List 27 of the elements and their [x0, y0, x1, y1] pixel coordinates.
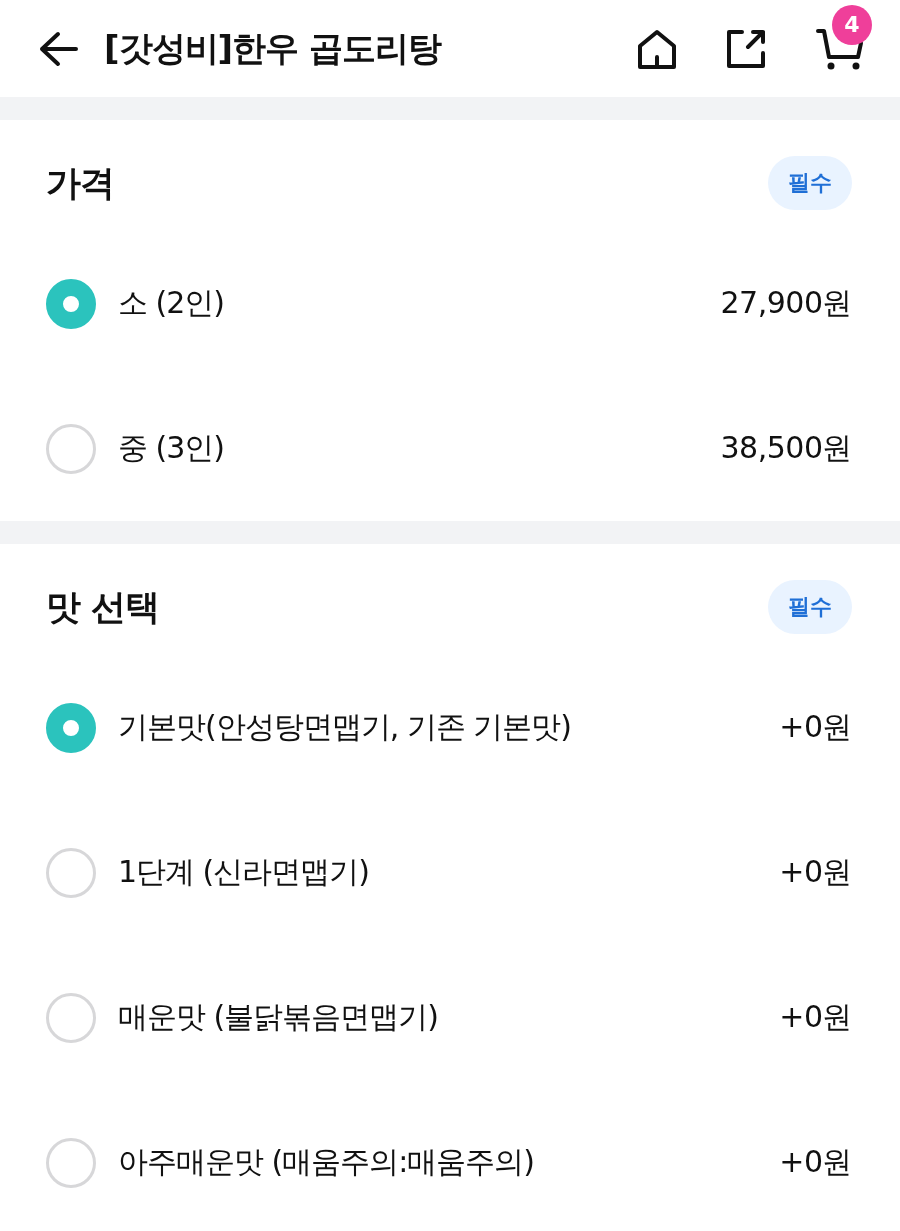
cart-count-badge: 4	[832, 4, 872, 45]
radio-button[interactable]	[46, 992, 96, 1043]
option-label: 매운맛 (불닭볶음면맵기)	[118, 998, 439, 1036]
section-title: 가격	[46, 161, 114, 205]
option-label: 1단계 (신라면맵기)	[118, 853, 371, 891]
option-label: 아주매운맛 (매움주의:매움주의)	[118, 1143, 536, 1181]
radio-button[interactable]	[46, 1137, 96, 1188]
required-badge: 필수	[768, 580, 852, 634]
option-price: 38,500원	[720, 429, 852, 467]
option-label: 소 (2인)	[118, 284, 226, 322]
radio-button[interactable]	[46, 278, 96, 329]
radio-button[interactable]	[46, 702, 96, 753]
page-title: [갓성비]한우 곱도리탕	[104, 26, 443, 70]
required-badge: 필수	[768, 156, 852, 210]
option-label: 중 (3인)	[118, 429, 226, 467]
section-title: 맛 선택	[46, 585, 160, 629]
option-price: +0원	[779, 708, 852, 746]
back-icon[interactable]	[38, 30, 78, 67]
radio-button[interactable]	[46, 847, 96, 898]
option-price: +0원	[779, 1143, 852, 1181]
option-price: 27,900원	[720, 284, 852, 322]
share-icon[interactable]	[726, 28, 766, 69]
option-label: 기본맛(안성탕면맵기, 기존 기본맛)	[118, 708, 573, 746]
option-price: +0원	[779, 853, 852, 891]
radio-button[interactable]	[46, 423, 96, 474]
option-price: +0원	[779, 998, 852, 1036]
home-icon[interactable]	[636, 27, 678, 70]
